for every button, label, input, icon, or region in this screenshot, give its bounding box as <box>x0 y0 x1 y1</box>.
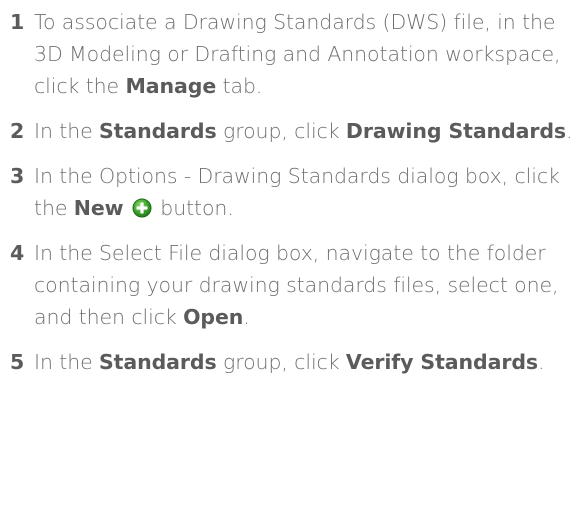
standards-group-label: Standards <box>99 119 217 143</box>
step-number: 2 <box>10 119 25 143</box>
open-button-label: Open <box>183 305 244 329</box>
step-text: In the Standards group, click Verify Sta… <box>34 350 545 374</box>
step-3: 3 In the Options - Drawing Standards dia… <box>10 160 582 224</box>
step-5: 5 In the Standards group, click Verify S… <box>10 346 582 378</box>
step-number: 5 <box>10 350 25 374</box>
step-number: 4 <box>10 241 25 265</box>
step-2: 2 In the Standards group, click Drawing … <box>10 115 582 147</box>
manage-tab-label: Manage <box>125 74 217 98</box>
instruction-steps: 1 To associate a Drawing Standards (DWS)… <box>10 6 582 378</box>
step-text: To associate a Drawing Standards (DWS) f… <box>34 10 561 98</box>
standards-group-label: Standards <box>99 350 217 374</box>
drawing-standards-label: Drawing Standards <box>345 119 567 143</box>
step-number: 1 <box>10 10 25 34</box>
step-text: In the Select File dialog box, navigate … <box>34 241 559 329</box>
new-button-label: New <box>73 196 124 220</box>
step-1: 1 To associate a Drawing Standards (DWS)… <box>10 6 582 102</box>
step-number: 3 <box>10 164 25 188</box>
verify-standards-label: Verify Standards <box>345 350 539 374</box>
step-4: 4 In the Select File dialog box, navigat… <box>10 237 582 333</box>
step-text: In the Options - Drawing Standards dialo… <box>34 164 560 220</box>
add-plus-icon <box>132 198 152 218</box>
step-text: In the Standards group, click Drawing St… <box>34 119 573 143</box>
